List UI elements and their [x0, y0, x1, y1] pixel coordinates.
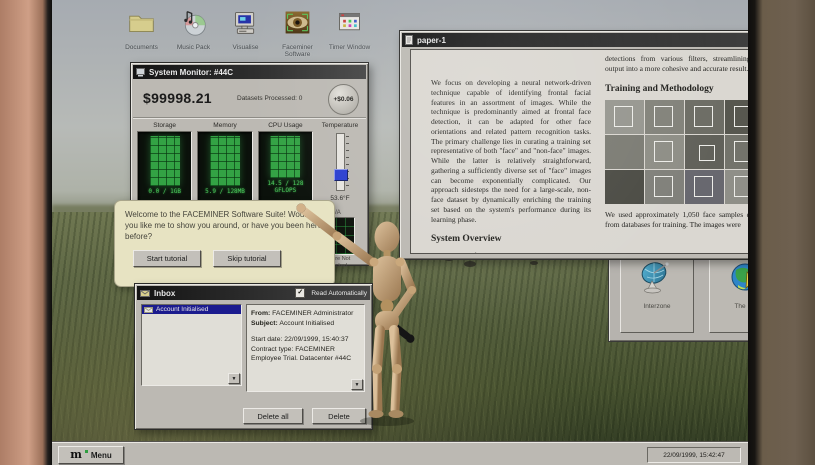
- memory-gauge: Memory 5.9 / 128MB: [197, 122, 252, 207]
- face-thumbnail: [685, 135, 724, 169]
- paper-paragraph: detections from various filters, streaml…: [605, 54, 748, 74]
- taskbar-clock: 22/09/1999, 15:42:47: [647, 447, 741, 463]
- system-monitor-titlebar[interactable]: System Monitor: #44C: [133, 65, 366, 79]
- menu-logo-icon: m: [70, 450, 82, 460]
- gauge-label: Memory: [197, 122, 252, 129]
- desktop-screen: Documents Music Pack Visualise Faceminer…: [52, 0, 748, 465]
- slider-thumb[interactable]: [334, 169, 348, 181]
- face-thumbnail: [605, 100, 644, 134]
- paper-paragraph: We focus on developing a neural network-…: [431, 78, 591, 224]
- paper-window: paper-1 × We focus on developing a neura…: [399, 30, 748, 260]
- temperature-slider[interactable]: [336, 133, 345, 191]
- menu-logo-dot: [85, 450, 88, 453]
- gauge-label: CPU Usage: [258, 122, 313, 129]
- taskbar: m Menu 22/09/1999, 15:42:47: [52, 442, 748, 465]
- satellite-globe-icon: [639, 260, 675, 296]
- computer-icon: [231, 8, 260, 42]
- desktop-icon-label: Music Pack: [177, 44, 210, 51]
- inbox-item-subject: Account Initialised: [156, 306, 208, 313]
- shortcut-label: Interzone: [643, 303, 670, 310]
- income-rate-badge: +$0.06: [328, 84, 359, 115]
- gauge-bar: [150, 136, 180, 186]
- inbox-title: Inbox: [154, 289, 175, 298]
- from-label: From:: [251, 310, 270, 317]
- paper-page: We focus on developing a neural network-…: [410, 49, 748, 254]
- face-thumbnail: [645, 135, 684, 169]
- subject-label: Subject:: [251, 320, 278, 327]
- inbox-message-list[interactable]: Account Initialised ▼: [141, 304, 242, 386]
- app-window-icon: [335, 8, 364, 42]
- gauge-display: 0.0 / 1GB: [137, 131, 192, 207]
- face-thumbnail: [645, 170, 684, 204]
- distant-cow: [464, 261, 476, 267]
- shortcut-the-net[interactable]: The Net: [709, 251, 748, 333]
- paper-title: paper-1: [417, 36, 446, 45]
- music-cd-icon: [179, 8, 208, 42]
- envelope-icon: [140, 290, 150, 297]
- face-thumbnail: [605, 135, 644, 169]
- desktop-icon-label: Documents: [125, 44, 158, 51]
- monitor-bezel-right: [748, 0, 815, 465]
- paper-paragraph: We used approximately 1,050 face samples…: [605, 210, 748, 230]
- desktop-icon-music-pack[interactable]: Music Pack: [170, 8, 217, 59]
- gauge-value: 5.9 / 128MB: [198, 188, 251, 195]
- desktop-icon-timer-window[interactable]: Timer Window: [326, 8, 373, 59]
- shortcut-interzone[interactable]: Interzone: [620, 251, 694, 333]
- income-rate-value: +$0.06: [333, 96, 353, 103]
- skip-tutorial-button[interactable]: Skip tutorial: [213, 250, 281, 267]
- eye-icon: [283, 8, 312, 42]
- storage-gauge: Storage 0.0 / 1GB: [137, 122, 192, 207]
- start-tutorial-button[interactable]: Start tutorial: [133, 250, 201, 267]
- desktop-icon-label: Timer Window: [329, 44, 370, 51]
- system-monitor-stats: $99998.21 Datasets Processed: 0 +$0.06: [133, 81, 366, 118]
- face-thumbnail: [725, 100, 748, 134]
- datasets-processed-label: Datasets Processed: 0: [237, 95, 302, 102]
- globe-cursor-icon: [728, 260, 748, 296]
- system-monitor-title: System Monitor: #44C: [149, 68, 233, 77]
- paper-column-left: We focus on developing a neural network-…: [431, 78, 591, 254]
- envelope-icon: [144, 307, 153, 313]
- desktop-icon-documents[interactable]: Documents: [118, 8, 165, 59]
- face-thumbnail: [645, 100, 684, 134]
- monitor-bezel-left: [0, 0, 52, 465]
- face-thumbnail: [685, 170, 724, 204]
- crt-monitor-photo: Documents Music Pack Visualise Faceminer…: [0, 0, 815, 465]
- menu-button-label: Menu: [91, 451, 112, 460]
- desktop-icon-faceminer[interactable]: Faceminer Software: [274, 8, 321, 59]
- document-icon: [405, 35, 413, 45]
- face-thumbnail: [605, 170, 644, 204]
- face-detection-grid: [605, 100, 748, 204]
- gauge-value: 0.0 / 1GB: [138, 188, 191, 195]
- gauge-bar: [210, 136, 240, 186]
- inbox-list-item-selected[interactable]: Account Initialised: [142, 305, 241, 314]
- desktop-icon-label: Visualise: [233, 44, 259, 51]
- paper-heading: System Overview: [431, 233, 591, 245]
- paper-heading: Training and Methodology: [605, 83, 748, 95]
- paper-column-right: detections from various filters, streaml…: [605, 54, 748, 229]
- desktop-icons: Documents Music Pack Visualise Faceminer…: [118, 8, 373, 59]
- gauge-label: Storage: [137, 122, 192, 129]
- paper-titlebar[interactable]: paper-1 ×: [402, 33, 748, 47]
- shortcut-label: The Net: [734, 303, 748, 310]
- gauge-display: 5.9 / 128MB: [197, 131, 252, 207]
- mannequin-figure: [277, 192, 447, 432]
- desktop-icon-label: Faceminer Software: [274, 44, 321, 59]
- folder-icon: [127, 8, 156, 42]
- face-thumbnail: [725, 170, 748, 204]
- monitor-icon: [136, 68, 145, 77]
- distant-cow: [530, 261, 538, 265]
- paper-paragraph: The system functions in two sequential p…: [431, 251, 591, 254]
- gauge-bar: [270, 136, 300, 178]
- face-thumbnail: [685, 100, 724, 134]
- scroll-down-icon[interactable]: ▼: [228, 373, 240, 384]
- face-thumbnail: [725, 135, 748, 169]
- desktop-icon-visualise[interactable]: Visualise: [222, 8, 269, 59]
- balance-value: $99998.21: [143, 90, 212, 106]
- menu-button[interactable]: m Menu: [58, 446, 124, 464]
- gauge-label: Temperature: [318, 122, 362, 129]
